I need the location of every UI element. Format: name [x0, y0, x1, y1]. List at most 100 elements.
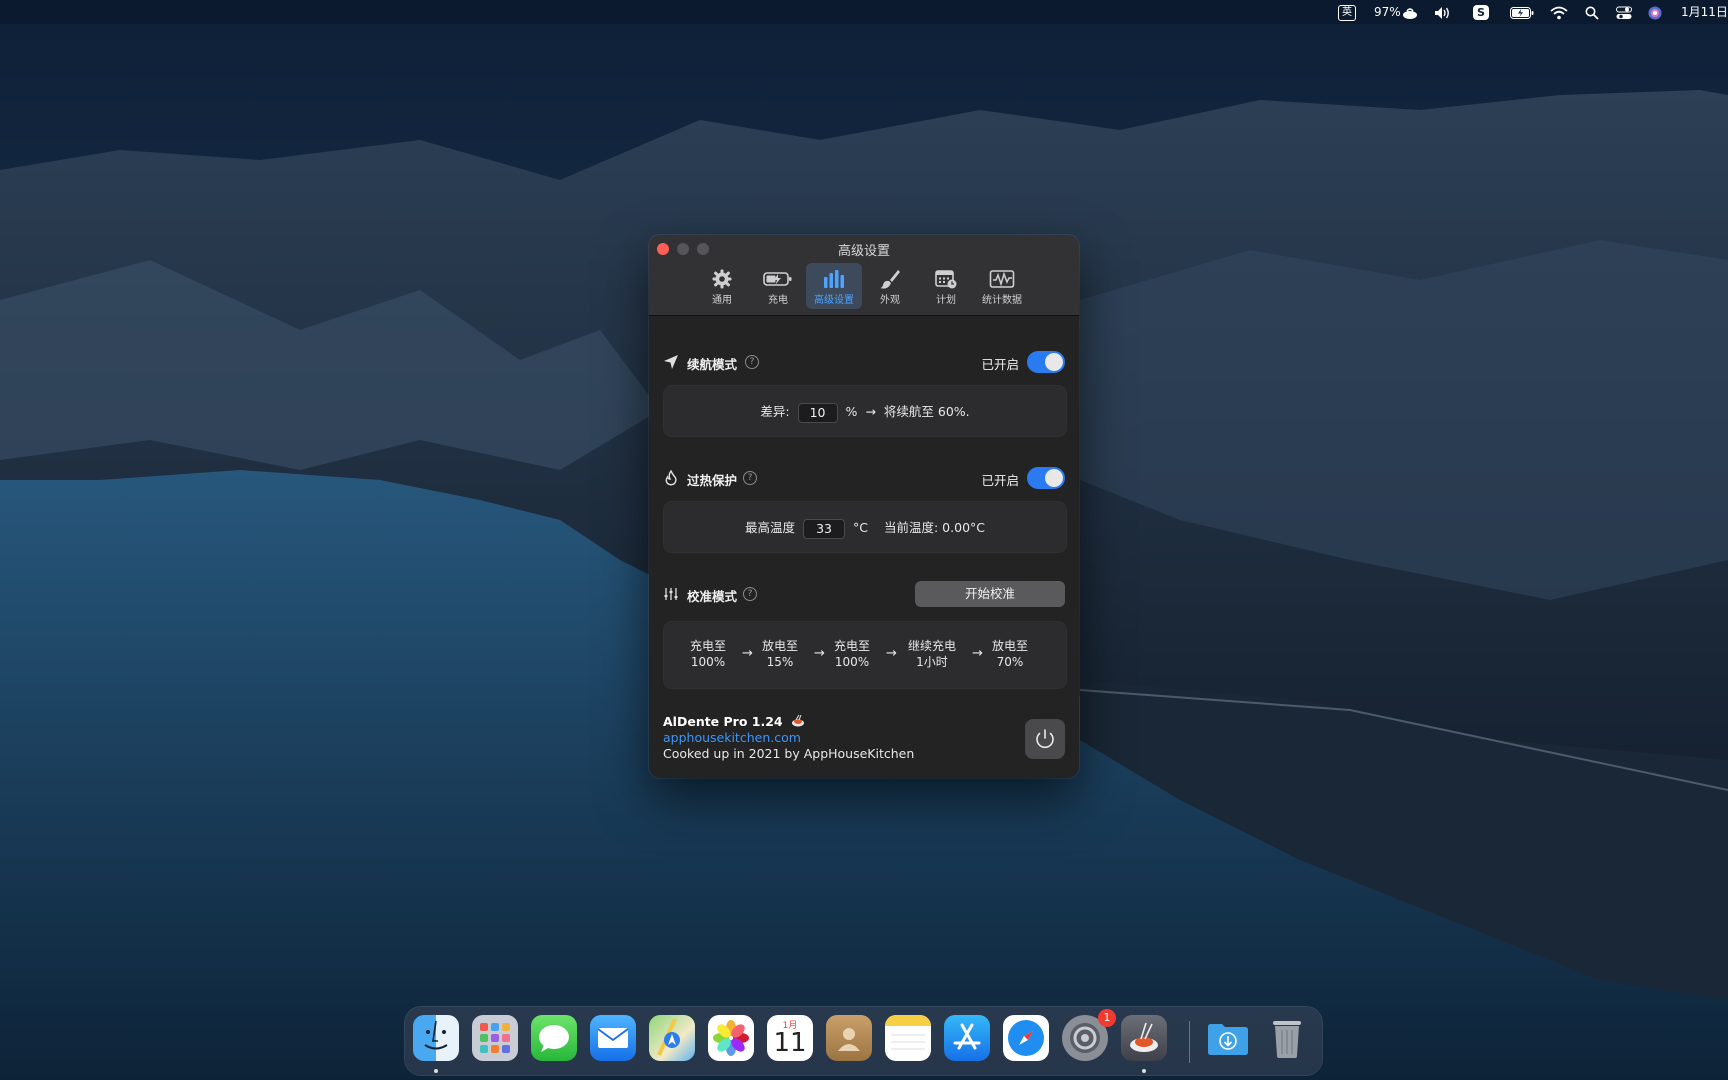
current-temp-label: 当前温度: 0.00°C	[884, 520, 985, 535]
volume-icon[interactable]	[1434, 0, 1452, 24]
tab-general[interactable]: 通用	[694, 263, 750, 309]
mail-icon[interactable]	[590, 1015, 636, 1061]
clock-date[interactable]: 1月11日	[1681, 0, 1728, 24]
finder-icon[interactable]	[413, 1015, 459, 1061]
launchpad-icon[interactable]	[472, 1015, 518, 1061]
quit-button[interactable]	[1025, 719, 1065, 759]
step-arrow: →	[886, 646, 897, 661]
sailing-result: 将续航至 60%.	[883, 404, 970, 419]
tab-label: 统计数据	[982, 295, 1022, 306]
wifi-icon[interactable]	[1550, 0, 1568, 24]
power-icon	[1036, 729, 1054, 749]
pasta-icon	[791, 714, 804, 727]
website-link[interactable]: apphousekitchen.com	[663, 730, 914, 746]
calibration-steps: 充电至 100% → 放电至 15% → 充电至 100% → 继续充电 1小时 → 放…	[664, 638, 1066, 674]
tab-label: 高级设置	[814, 295, 854, 306]
step-line2: 1小时	[916, 655, 948, 669]
heat-status-label: 已开启	[981, 473, 1019, 488]
sailing-diff-input[interactable]: 10	[797, 402, 838, 423]
calendar-app-icon[interactable]: 1月 11	[767, 1015, 813, 1061]
sailing-mode-title: 续航模式	[687, 357, 738, 372]
calibration-header: 校准模式 ? 开始校准	[663, 581, 1065, 607]
step-arrow: →	[972, 646, 983, 661]
maps-icon[interactable]	[649, 1015, 695, 1061]
downloads-folder-icon[interactable]	[1205, 1015, 1251, 1061]
sailing-mode-header: 续航模式 ? 已开启	[663, 350, 1065, 374]
sailing-unit: %	[845, 404, 858, 419]
tab-label: 外观	[880, 295, 900, 306]
calibration-step: 放电至 15%	[760, 638, 800, 670]
start-calibration-button[interactable]: 开始校准	[915, 581, 1065, 607]
photos-icon[interactable]	[708, 1015, 754, 1061]
step-line2: 100%	[690, 655, 726, 669]
sogou-icon[interactable]: S	[1473, 0, 1489, 24]
sailing-status-label: 已开启	[981, 357, 1019, 372]
siri-icon[interactable]	[1648, 0, 1662, 24]
contacts-icon[interactable]	[826, 1015, 872, 1061]
spotlight-search-icon[interactable]	[1585, 0, 1599, 24]
step-line2: 100%	[834, 655, 870, 669]
menu-bar: 英 97% S 1月11日	[0, 0, 1728, 24]
aldente-menu-icon[interactable]	[1402, 0, 1418, 24]
running-indicator	[434, 1069, 438, 1073]
tab-schedule[interactable]: 计划	[918, 263, 974, 309]
tab-label: 计划	[936, 295, 956, 306]
tab-advanced[interactable]: 高级设置	[806, 263, 862, 309]
window-title: 高级设置	[837, 244, 890, 259]
location-arrow-icon	[664, 355, 678, 369]
messages-icon[interactable]	[531, 1015, 577, 1061]
brush-icon	[880, 270, 900, 289]
stats-icon	[989, 270, 1015, 288]
sailing-mode-panel: 差异: 10% → 将续航至 60%.	[663, 385, 1067, 437]
notes-icon[interactable]	[885, 1015, 931, 1061]
aldente-preferences-window: 高级设置 通用 充电 高级设置 外观 计划 统计数据 续航模式 ? 已开启 差异…	[649, 235, 1079, 778]
step-line1: 充电至	[833, 639, 870, 653]
step-arrow: →	[742, 646, 753, 661]
tab-charging[interactable]: 充电	[750, 263, 806, 309]
notification-badge: 1	[1098, 1009, 1116, 1027]
input-method-indicator[interactable]: 英	[1338, 0, 1356, 24]
heat-help-icon[interactable]: ?	[743, 471, 757, 485]
flame-icon	[665, 470, 677, 486]
tab-statistics[interactable]: 统计数据	[974, 263, 1030, 309]
app-name: AlDente Pro 1.24	[663, 714, 783, 729]
temp-unit: °C	[853, 520, 868, 535]
max-temp-label: 最高温度	[745, 520, 796, 535]
trash-icon[interactable]	[1264, 1015, 1310, 1061]
heat-protection-toggle[interactable]	[1027, 467, 1065, 489]
calibration-step: 继续充电 1小时	[904, 638, 960, 670]
app-store-icon[interactable]	[944, 1015, 990, 1061]
dock: 1月 11 1	[405, 1007, 1322, 1075]
step-line1: 继续充电	[907, 639, 956, 653]
step-line1: 放电至	[991, 639, 1028, 653]
step-line1: 放电至	[761, 639, 798, 653]
calendar-day: 11	[773, 1028, 807, 1058]
calibration-step: 充电至 100%	[832, 638, 872, 670]
sailing-arrow: →	[865, 404, 876, 419]
sailing-diff-label: 差异:	[760, 404, 790, 419]
calibration-steps-panel: 充电至 100% → 放电至 15% → 充电至 100% → 继续充电 1小时 → 放…	[663, 621, 1067, 689]
credit-text: Cooked up in 2021 by AppHouseKitchen	[663, 746, 915, 761]
aldente-icon[interactable]	[1121, 1015, 1167, 1061]
battery-charging-icon	[763, 272, 792, 286]
running-indicator	[1142, 1069, 1146, 1073]
sailing-help-icon[interactable]: ?	[745, 355, 759, 369]
aldente-battery-percent[interactable]: 97%	[1374, 0, 1401, 24]
bar-chart-icon	[824, 270, 844, 288]
system-preferences-icon[interactable]: 1	[1062, 1009, 1116, 1061]
window-titlebar: 高级设置 通用 充电 高级设置 外观 计划 统计数据	[649, 235, 1079, 316]
heat-protection-header: 过热保护 ? 已开启	[663, 466, 1065, 490]
safari-icon[interactable]	[1003, 1015, 1049, 1061]
sailing-mode-toggle[interactable]	[1027, 351, 1065, 373]
tab-appearance[interactable]: 外观	[862, 263, 918, 309]
heat-row: 最高温度 33 °C 当前温度: 0.00°C	[664, 517, 1066, 539]
control-center-icon[interactable]	[1616, 0, 1632, 24]
tab-label: 充电	[768, 295, 788, 306]
calibration-step: 充电至 100%	[688, 638, 728, 670]
step-line2: 70%	[996, 655, 1024, 669]
app-info: AlDente Pro 1.24 apphousekitchen.com Coo…	[663, 714, 914, 762]
battery-icon[interactable]	[1510, 0, 1534, 24]
max-temp-input[interactable]: 33	[803, 518, 846, 539]
calibration-help-icon[interactable]: ?	[743, 587, 757, 601]
dock-separator	[1189, 1021, 1190, 1063]
